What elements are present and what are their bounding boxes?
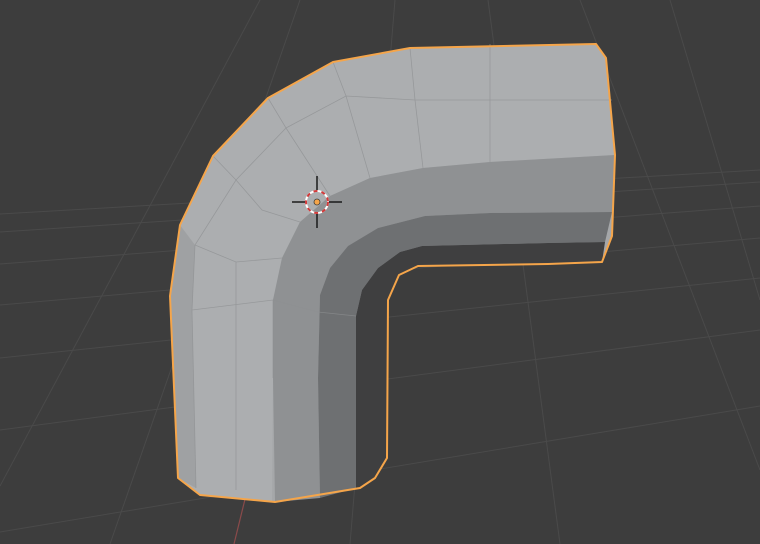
3d-viewport[interactable]: [0, 0, 760, 544]
viewport-canvas[interactable]: [0, 0, 760, 544]
object-origin-point: [313, 198, 321, 206]
